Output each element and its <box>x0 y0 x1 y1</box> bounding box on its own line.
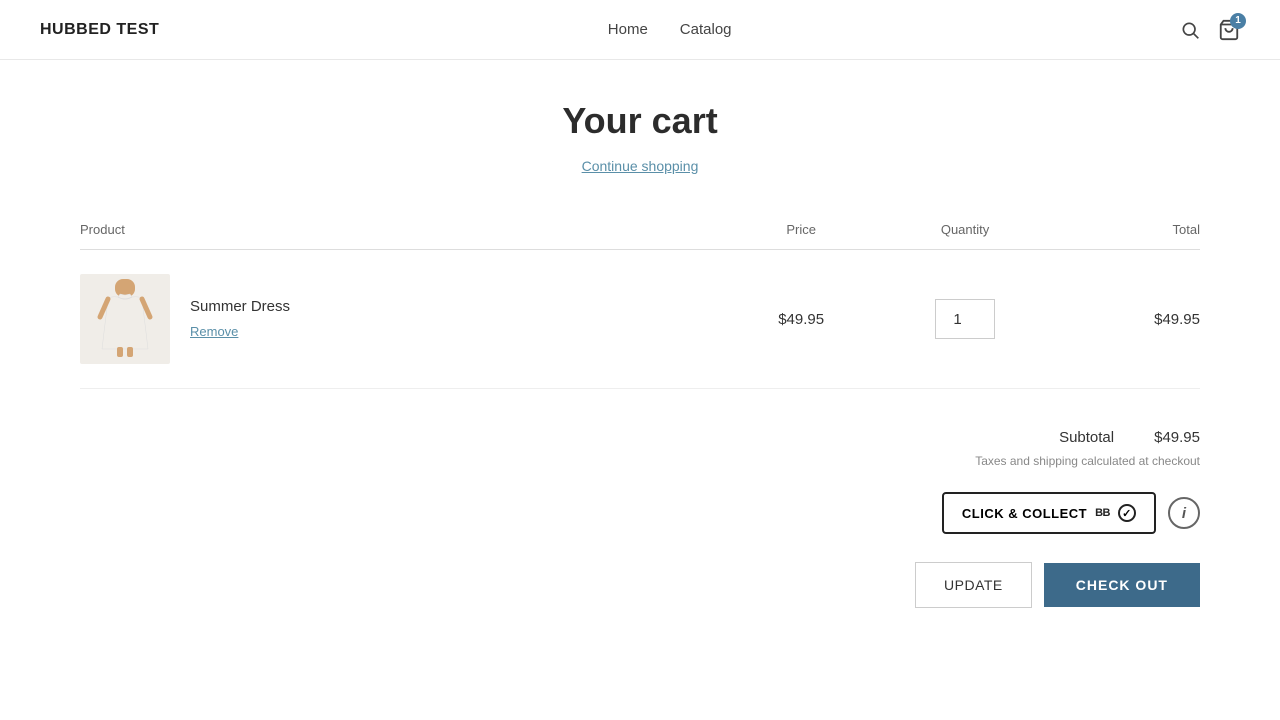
quantity-input[interactable] <box>935 299 995 339</box>
continue-shopping-link[interactable]: Continue shopping <box>80 158 1200 174</box>
nav-catalog[interactable]: Catalog <box>680 21 732 38</box>
info-button[interactable]: i <box>1168 497 1200 529</box>
check-icon: ✓ <box>1118 504 1136 522</box>
site-logo: HUBBED TEST <box>40 21 159 39</box>
product-total: $49.95 <box>1058 250 1200 389</box>
col-quantity: Quantity <box>872 222 1058 250</box>
col-product: Product <box>80 222 730 250</box>
tax-note: Taxes and shipping calculated at checkou… <box>975 454 1200 468</box>
cart-summary: Subtotal $49.95 Taxes and shipping calcu… <box>80 429 1200 608</box>
checkout-button[interactable]: CHECK OUT <box>1044 563 1200 607</box>
click-collect-label: CLICK & COLLECT <box>962 506 1087 521</box>
info-icon: i <box>1182 505 1186 522</box>
cart-badge: 1 <box>1230 13 1246 29</box>
product-name: Summer Dress <box>190 298 290 315</box>
col-price: Price <box>730 222 872 250</box>
remove-button[interactable]: Remove <box>190 324 238 339</box>
product-image <box>80 274 170 364</box>
page-title: Your cart <box>80 100 1200 142</box>
update-button[interactable]: UPDATE <box>915 562 1032 608</box>
bb-logo: BB <box>1095 507 1110 519</box>
search-button[interactable] <box>1180 20 1200 40</box>
product-price: $49.95 <box>730 250 872 389</box>
nav-home[interactable]: Home <box>608 21 648 38</box>
col-total: Total <box>1058 222 1200 250</box>
subtotal-value: $49.95 <box>1154 429 1200 446</box>
cart-button[interactable]: 1 <box>1218 19 1240 41</box>
subtotal-label: Subtotal <box>1059 429 1114 446</box>
click-collect-button[interactable]: CLICK & COLLECT BB ✓ <box>942 492 1156 534</box>
table-row: Summer Dress Remove $49.95 $49.95 <box>80 250 1200 389</box>
search-icon <box>1180 20 1200 40</box>
